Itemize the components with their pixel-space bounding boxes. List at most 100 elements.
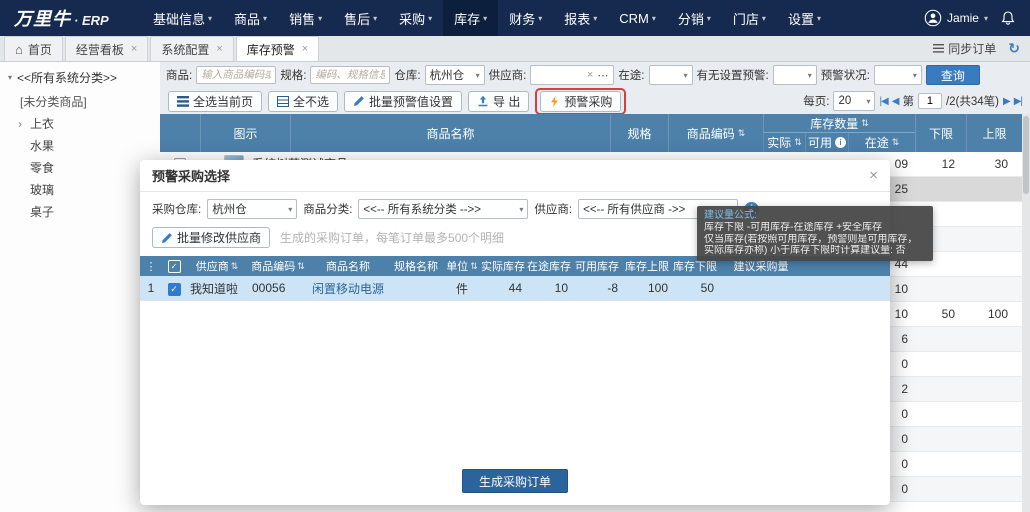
select-none-button[interactable]: 全不选 <box>268 90 339 112</box>
next-page-icon[interactable]: ▶ <box>1003 96 1011 107</box>
category-select[interactable]: <<-- 所有系统分类 -->> ▾ <box>358 199 529 219</box>
warehouse-select[interactable]: 杭州仓 ▾ <box>424 65 485 85</box>
product-search-input[interactable] <box>196 66 277 84</box>
purchase-warehouse-select[interactable]: 杭州仓 ▾ <box>207 199 298 219</box>
column-header-image[interactable]: 图示 <box>200 114 290 152</box>
col-transit-stock[interactable]: 在途库存 <box>526 258 572 274</box>
sort-icon[interactable]: ⇅ <box>892 137 900 148</box>
category-snacks[interactable]: 零食 <box>0 157 160 179</box>
spec-search-input[interactable] <box>310 66 391 84</box>
col-name[interactable]: 商品名称 <box>308 258 388 274</box>
menu-item-settings[interactable]: 设置 ▾ <box>777 0 832 36</box>
refresh-icon[interactable]: ↻ <box>1008 40 1020 57</box>
alert-purchase-button[interactable]: 预警采购 <box>540 90 622 112</box>
column-header-available[interactable]: 可用 i <box>805 133 848 152</box>
app-logo[interactable]: 万里牛 · ERP <box>0 5 142 31</box>
info-icon[interactable]: i <box>835 137 846 148</box>
sort-icon[interactable]: ⇅ <box>738 128 746 139</box>
column-header-stock-qty[interactable]: 库存数量 ⇅ <box>763 114 915 133</box>
last-page-icon[interactable]: ▶| <box>1014 96 1023 107</box>
menu-item-distribution[interactable]: 分销 ▾ <box>667 0 722 36</box>
menu-item-after-sales[interactable]: 售后 ▾ <box>333 0 388 36</box>
dialog-supplier-value: <<-- 所有供应商 ->> <box>583 204 686 216</box>
has-alert-select[interactable]: ▾ <box>772 65 817 85</box>
col-spec[interactable]: 规格名称 <box>388 258 444 274</box>
batch-modify-supplier-button[interactable]: 批量修改供应商 <box>152 227 271 248</box>
menu-item-sales[interactable]: 销售 ▾ <box>278 0 333 36</box>
category-root[interactable]: ▾ <<所有系统分类>> <box>0 62 160 91</box>
menu-item-inventory[interactable]: 库存 ▾ <box>443 0 499 36</box>
prev-page-icon[interactable]: ◀ <box>892 96 900 107</box>
menu-item-finance[interactable]: 财务 ▾ <box>498 0 553 36</box>
supplier-picker[interactable]: × ⋯ <box>530 65 615 85</box>
first-page-icon[interactable]: |◀ <box>879 96 888 107</box>
category-glass[interactable]: 玻璃 <box>0 179 160 201</box>
close-icon[interactable]: × <box>131 43 137 55</box>
column-header-lower[interactable]: 下限 <box>915 114 966 152</box>
batch-alert-setting-button[interactable]: 批量预警值设置 <box>344 90 463 112</box>
sort-icon[interactable]: ⇅ <box>470 261 478 272</box>
user-menu[interactable]: Jamie ▾ <box>924 9 988 27</box>
tab-inventory-alert[interactable]: 库存预警 × <box>235 36 320 61</box>
col-code[interactable]: 商品编码 ⇅ <box>248 258 308 274</box>
expand-icon[interactable]: › <box>18 113 22 135</box>
col-unit[interactable]: 单位 ⇅ <box>444 258 480 274</box>
sort-icon[interactable]: ⇅ <box>794 137 802 148</box>
export-button[interactable]: 导 出 <box>468 90 530 112</box>
close-icon[interactable]: × <box>869 167 878 184</box>
tab-home[interactable]: ⌂ 首页 <box>4 36 63 61</box>
tab-bar: ⌂ 首页 经营看板 × 系统配置 × 库存预警 × 同步订单 ↻ <box>0 36 1030 62</box>
hint-text: 生成的采购订单，每笔订单最多500个明细 <box>280 231 505 245</box>
cell-upper <box>966 177 1012 202</box>
column-header-actual[interactable]: 实际 ⇅ <box>763 133 805 152</box>
sync-orders-button[interactable]: 同步订单 <box>933 40 996 57</box>
toolbar: 全选当前页 全不选 批量预警值设置 导 出 预警采购 每页: 20 ▾ |◀ ◀… <box>160 87 1030 115</box>
sort-icon[interactable]: ⇅ <box>861 118 869 129</box>
col-supplier[interactable]: 供应商 ⇅ <box>186 258 248 274</box>
menu-item-crm[interactable]: CRM ▾ <box>608 0 667 36</box>
column-header-code[interactable]: 商品编码 ⇅ <box>668 114 763 152</box>
menu-item-purchase[interactable]: 采购 ▾ <box>388 0 443 36</box>
col-available-stock[interactable]: 可用库存 <box>572 258 622 274</box>
sort-icon[interactable]: ⇅ <box>297 261 305 272</box>
column-header-name[interactable]: 商品名称 <box>290 114 610 152</box>
ellipsis-icon[interactable]: ⋯ <box>597 69 609 82</box>
category-uncategorized[interactable]: [未分类商品] <box>0 91 160 113</box>
tab-dashboard[interactable]: 经营看板 × <box>64 36 149 61</box>
close-icon[interactable]: × <box>216 43 222 55</box>
cell-available: -8 <box>607 281 618 295</box>
cell-name[interactable]: 闲置移动电源 <box>308 280 388 297</box>
menu-item-reports[interactable]: 报表 ▾ <box>553 0 608 36</box>
cell-upper <box>966 252 1012 277</box>
select-all-page-button[interactable]: 全选当前页 <box>168 90 263 112</box>
tab-bar-right: 同步订单 ↻ <box>933 35 1030 61</box>
tab-system-config[interactable]: 系统配置 × <box>150 36 234 61</box>
menu-item-goods[interactable]: 商品 ▾ <box>223 0 278 36</box>
col-upper-limit[interactable]: 库存上限 <box>622 258 672 274</box>
menu-item-stores[interactable]: 门店 ▾ <box>722 0 777 36</box>
vertical-scrollbar[interactable] <box>1022 114 1030 512</box>
menu-item-base-info[interactable]: 基础信息 ▾ <box>142 0 223 36</box>
column-header-upper[interactable]: 上限 <box>966 114 1022 152</box>
search-button[interactable]: 查询 <box>925 65 980 85</box>
cell-upper: 100 <box>647 281 668 295</box>
dialog-table-row[interactable]: 1 ✓ 我知道啦 00056 闲置移动电源 件 44 10 -8 100 50 <box>140 276 890 301</box>
page-number-input[interactable] <box>917 93 942 109</box>
clear-icon[interactable]: × <box>587 69 593 81</box>
column-header-transit[interactable]: 在途 ⇅ <box>848 133 915 152</box>
category-fruit[interactable]: 水果 <box>0 135 160 157</box>
category-table[interactable]: 桌子 <box>0 201 160 223</box>
column-header-spec[interactable]: 规格 <box>610 114 668 152</box>
transit-select[interactable]: ▾ <box>648 65 693 85</box>
alert-status-select[interactable]: ▾ <box>873 65 922 85</box>
per-page-select[interactable]: 20 ▾ <box>833 91 876 111</box>
select-all-checkbox[interactable]: ✓ <box>167 259 181 273</box>
generate-purchase-order-button[interactable]: 生成采购订单 <box>461 469 568 493</box>
close-icon[interactable]: × <box>302 43 308 55</box>
col-actual-stock[interactable]: 实际库存 <box>480 258 526 274</box>
scrollbar-thumb[interactable] <box>1023 116 1029 194</box>
row-checkbox[interactable]: ✓ <box>167 282 181 296</box>
sort-icon[interactable]: ⇅ <box>231 261 239 272</box>
bell-icon[interactable] <box>1000 10 1016 26</box>
category-tops[interactable]: › 上衣 <box>0 113 160 135</box>
